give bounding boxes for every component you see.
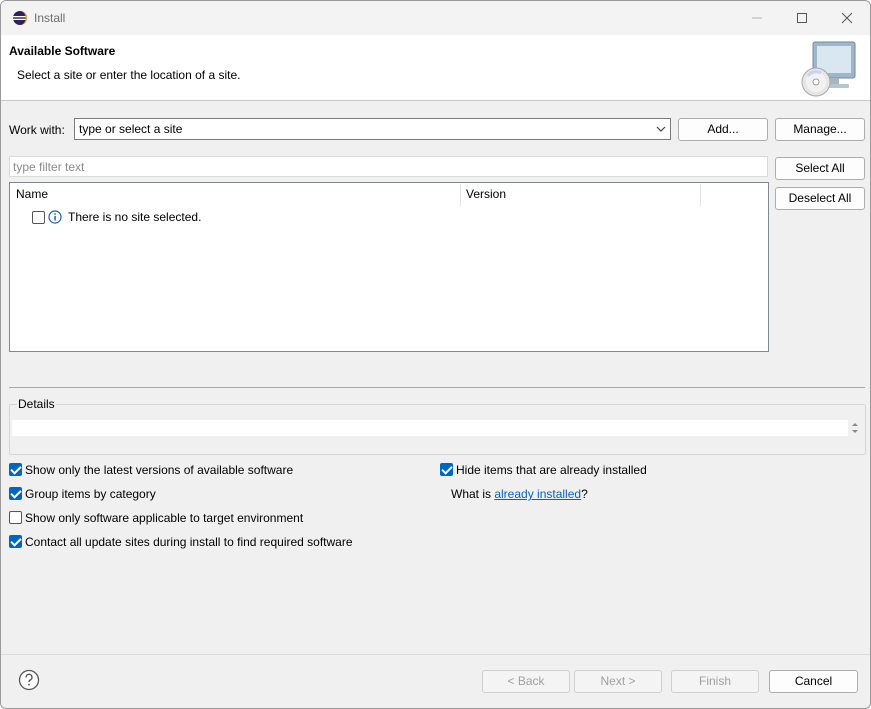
what-is-installed-text: What is already installed? bbox=[451, 487, 588, 501]
install-dialog: Install Available Software Select a site… bbox=[0, 0, 871, 709]
details-scrollbar[interactable] bbox=[849, 419, 861, 437]
table-row[interactable]: There is no site selected. bbox=[10, 207, 768, 227]
minimize-button[interactable] bbox=[735, 6, 779, 30]
manage-sites-button[interactable]: Manage... bbox=[775, 118, 865, 141]
what-is-suffix: ? bbox=[581, 487, 588, 501]
filter-input[interactable] bbox=[9, 156, 768, 177]
already-installed-link[interactable]: already installed bbox=[494, 487, 581, 501]
back-button[interactable]: < Back bbox=[482, 670, 570, 693]
column-header-version[interactable]: Version bbox=[460, 183, 700, 207]
target-environment-checkbox[interactable] bbox=[9, 511, 22, 524]
page-title: Available Software bbox=[9, 44, 116, 58]
row-checkbox[interactable] bbox=[32, 211, 45, 224]
maximize-button[interactable] bbox=[780, 6, 824, 30]
contact-update-sites-checkbox[interactable] bbox=[9, 535, 22, 548]
footer-separator bbox=[1, 654, 870, 655]
header-banner: Available Software Select a site or ente… bbox=[1, 35, 870, 101]
what-is-prefix: What is bbox=[451, 487, 495, 501]
work-with-combo[interactable]: type or select a site bbox=[74, 118, 671, 140]
page-description: Select a site or enter the location of a… bbox=[17, 68, 241, 82]
close-icon bbox=[841, 12, 853, 24]
details-group bbox=[9, 404, 866, 455]
hide-installed-checkbox[interactable] bbox=[440, 463, 453, 476]
work-with-value: type or select a site bbox=[79, 122, 183, 136]
details-text[interactable] bbox=[12, 420, 848, 436]
work-with-label: Work with: bbox=[9, 123, 65, 137]
help-icon[interactable] bbox=[18, 669, 40, 691]
add-site-button[interactable]: Add... bbox=[678, 118, 768, 141]
next-button[interactable]: Next > bbox=[574, 670, 662, 693]
column-header-name[interactable]: Name bbox=[10, 183, 460, 207]
details-label: Details bbox=[17, 397, 56, 411]
eclipse-app-icon bbox=[13, 11, 27, 25]
group-by-category-checkbox[interactable] bbox=[9, 487, 22, 500]
row-name: There is no site selected. bbox=[68, 210, 202, 224]
column-divider[interactable] bbox=[700, 184, 701, 206]
window-title: Install bbox=[34, 11, 66, 25]
minimize-icon bbox=[752, 17, 762, 19]
software-tree[interactable]: Name Version There is no site selected. bbox=[9, 182, 769, 352]
group-by-category-label: Group items by category bbox=[25, 487, 156, 501]
target-environment-label: Show only software applicable to target … bbox=[25, 511, 304, 525]
install-software-icon bbox=[801, 41, 856, 97]
title-bar: Install bbox=[1, 1, 870, 35]
hide-installed-label: Hide items that are already installed bbox=[456, 463, 647, 477]
select-all-button[interactable]: Select All bbox=[775, 157, 865, 180]
cancel-button[interactable]: Cancel bbox=[769, 670, 858, 693]
finish-button[interactable]: Finish bbox=[671, 670, 759, 693]
contact-update-sites-label: Contact all update sites during install … bbox=[25, 535, 353, 549]
maximize-icon bbox=[797, 13, 807, 23]
close-button[interactable] bbox=[825, 6, 869, 30]
chevron-down-icon bbox=[656, 126, 666, 132]
latest-versions-checkbox[interactable] bbox=[9, 463, 22, 476]
deselect-all-button[interactable]: Deselect All bbox=[775, 187, 865, 210]
info-icon bbox=[48, 210, 62, 224]
latest-versions-label: Show only the latest versions of availab… bbox=[25, 463, 294, 477]
separator bbox=[9, 387, 865, 388]
